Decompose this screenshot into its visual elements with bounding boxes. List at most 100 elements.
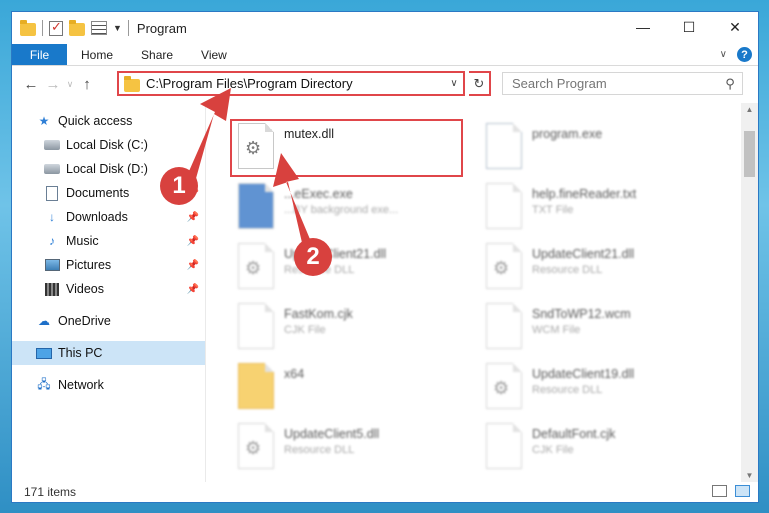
file-item[interactable]: ...eExec.exe ...BY background exe... bbox=[232, 181, 472, 237]
scroll-up-arrow-icon[interactable]: ▲ bbox=[741, 105, 758, 114]
sidebar-item-quick-access[interactable]: ★ Quick access bbox=[12, 109, 205, 133]
sidebar-item-label: Quick access bbox=[58, 114, 133, 128]
file-item[interactable]: ⚙ UpdateClient21.dllResource DLL bbox=[480, 241, 720, 297]
file-name: FastKom.cjk CJK File bbox=[284, 307, 353, 336]
search-icon[interactable]: ⚲ bbox=[718, 76, 742, 92]
network-icon: 🖧 bbox=[37, 376, 51, 391]
help-icon[interactable]: ? bbox=[737, 47, 752, 62]
ribbon-right: ∨ ? bbox=[720, 47, 752, 62]
dll-file-icon: ⚙ bbox=[238, 423, 274, 469]
up-arrow-icon[interactable]: ↑ bbox=[76, 76, 98, 93]
pin-icon[interactable]: 📌 bbox=[187, 260, 199, 271]
refresh-button[interactable]: ↻ bbox=[469, 71, 491, 96]
address-bar[interactable]: C:\Program Files\Program Directory ∨ bbox=[117, 71, 465, 96]
large-icons-view-icon[interactable] bbox=[735, 485, 750, 497]
callout-step-1: 1 bbox=[160, 167, 198, 205]
sidebar-item-label: Videos bbox=[66, 282, 104, 296]
computer-icon bbox=[36, 347, 52, 359]
pictures-icon bbox=[44, 259, 60, 271]
sidebar-item-downloads[interactable]: ↓ Downloads 📌 bbox=[12, 205, 205, 229]
dll-file-icon: ⚙ bbox=[486, 243, 522, 289]
pin-icon[interactable]: 📌 bbox=[187, 236, 199, 247]
window-controls: — ☐ ✕ bbox=[620, 12, 758, 42]
properties-check-icon[interactable] bbox=[49, 19, 63, 36]
scroll-down-arrow-icon[interactable]: ▼ bbox=[741, 471, 758, 480]
app-file-icon bbox=[238, 183, 274, 229]
documents-icon bbox=[46, 185, 58, 201]
dll-file-icon: ⚙ bbox=[238, 243, 274, 289]
file-name: ...eExec.exe ...BY background exe... bbox=[284, 187, 399, 216]
file-name: UpdateClient5.dll Resource DLL bbox=[284, 427, 380, 456]
file-item[interactable]: program.exe bbox=[480, 121, 720, 177]
sidebar-item-label: Network bbox=[58, 378, 104, 392]
file-name: x64 bbox=[284, 367, 305, 381]
dll-file-icon: ⚙ bbox=[486, 363, 522, 409]
txt-file-icon bbox=[486, 183, 522, 229]
quick-access-toolbar: ▼ bbox=[12, 19, 129, 36]
sidebar-item-local-disk-c[interactable]: Local Disk (C:) bbox=[12, 133, 205, 157]
separator bbox=[42, 20, 43, 36]
folder-item[interactable]: x64 bbox=[232, 361, 472, 417]
sidebar-item-label: Downloads bbox=[66, 210, 128, 224]
exe-file-icon bbox=[486, 123, 522, 169]
search-box[interactable]: ⚲ bbox=[502, 72, 743, 95]
search-input[interactable] bbox=[503, 76, 718, 91]
pin-icon[interactable]: 📌 bbox=[187, 212, 199, 223]
details-view-icon[interactable] bbox=[712, 485, 727, 497]
disk-icon bbox=[44, 164, 60, 174]
vertical-scrollbar[interactable]: ▲ ▼ bbox=[741, 103, 758, 482]
sidebar-item-network[interactable]: 🖧 Network bbox=[12, 373, 205, 397]
address-path[interactable]: C:\Program Files\Program Directory bbox=[146, 76, 445, 91]
sidebar-item-pictures[interactable]: Pictures 📌 bbox=[12, 253, 205, 277]
file-item[interactable]: FastKom.cjk CJK File bbox=[232, 301, 472, 357]
minimize-button[interactable]: — bbox=[620, 12, 666, 42]
sidebar-item-label: Pictures bbox=[66, 258, 112, 272]
sidebar-item-label: Documents bbox=[66, 186, 130, 200]
file-item[interactable]: ⚙ UpdateClient21.dllResource DLL bbox=[232, 241, 472, 297]
videos-icon bbox=[45, 282, 59, 296]
file-name: program.exe bbox=[532, 127, 603, 141]
file-item[interactable]: ⚙ UpdateClient19.dll Resource DLL bbox=[480, 361, 720, 417]
sidebar-item-music[interactable]: ♪ Music 📌 bbox=[12, 229, 205, 253]
tab-file[interactable]: File bbox=[12, 44, 67, 65]
file-item[interactable]: DefaultFont.cjk CJK File bbox=[480, 421, 720, 477]
back-arrow-icon[interactable]: ← bbox=[20, 76, 42, 93]
view-switcher bbox=[712, 485, 750, 497]
tab-share[interactable]: Share bbox=[127, 44, 187, 65]
new-folder-icon[interactable] bbox=[69, 19, 85, 36]
cloud-icon: ☁ bbox=[38, 314, 50, 328]
expand-ribbon-chevron-icon[interactable]: ∨ bbox=[720, 49, 727, 60]
file-name: UpdateClient21.dllResource DLL bbox=[532, 247, 635, 276]
folder-icon bbox=[20, 19, 36, 36]
close-button[interactable]: ✕ bbox=[712, 12, 758, 42]
address-dropdown-chevron-icon[interactable]: ∨ bbox=[445, 78, 463, 89]
ribbon-tabs: File Home Share View ∨ ? bbox=[12, 44, 758, 66]
sidebar-item-label: Local Disk (C:) bbox=[66, 138, 148, 152]
sidebar-item-label: Local Disk (D:) bbox=[66, 162, 148, 176]
pin-icon[interactable]: 📌 bbox=[187, 284, 199, 295]
customize-toolbar-icon[interactable] bbox=[91, 21, 107, 35]
folder-icon bbox=[238, 363, 274, 409]
callout-step-2: 2 bbox=[294, 238, 332, 276]
item-count: 171 items bbox=[24, 485, 77, 499]
generic-file-icon bbox=[486, 303, 522, 349]
file-item[interactable]: SndToWP12.wcm WCM File bbox=[480, 301, 720, 357]
maximize-button[interactable]: ☐ bbox=[666, 12, 712, 42]
tab-view[interactable]: View bbox=[187, 44, 241, 65]
file-name: UpdateClient19.dll Resource DLL bbox=[532, 367, 635, 396]
chevron-down-icon[interactable]: ▼ bbox=[113, 23, 122, 33]
forward-arrow-icon[interactable]: → bbox=[42, 76, 64, 93]
sidebar-item-this-pc[interactable]: This PC bbox=[12, 341, 205, 365]
file-name: SndToWP12.wcm WCM File bbox=[532, 307, 631, 336]
file-name: help.fineReader.txt TXT File bbox=[532, 187, 637, 216]
file-item[interactable]: ⚙ UpdateClient5.dll Resource DLL bbox=[232, 421, 472, 477]
sidebar-item-videos[interactable]: Videos 📌 bbox=[12, 277, 205, 301]
file-item[interactable]: help.fineReader.txt TXT File bbox=[480, 181, 720, 237]
window-title: Program bbox=[136, 20, 187, 36]
tab-home[interactable]: Home bbox=[67, 44, 127, 65]
sidebar-item-onedrive[interactable]: ☁ OneDrive bbox=[12, 309, 205, 333]
sidebar-item-label: OneDrive bbox=[58, 314, 111, 328]
music-icon: ♪ bbox=[49, 234, 55, 248]
recent-locations-chevron-icon[interactable]: ∨ bbox=[64, 79, 76, 90]
scrollbar-thumb[interactable] bbox=[744, 131, 755, 177]
